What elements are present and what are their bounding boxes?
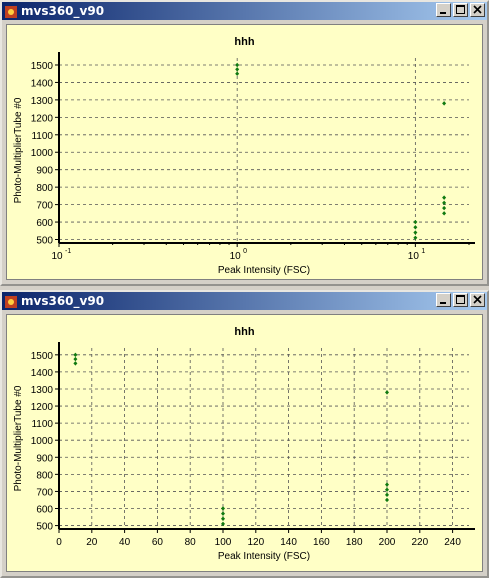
y-tick-label: 500 <box>36 522 53 533</box>
x-axis-label: Peak Intensity (FSC) <box>218 551 310 562</box>
data-point <box>73 352 78 358</box>
x-tick-label: 200 <box>379 537 396 548</box>
data-point <box>413 225 418 230</box>
app-icon[interactable] <box>4 4 18 18</box>
minimize-button[interactable] <box>436 3 451 17</box>
y-axis-label: Photo-MultiplierTube #0 <box>13 385 24 491</box>
close-button[interactable] <box>470 293 485 307</box>
x-tick-label: 10 <box>408 251 420 262</box>
data-point <box>235 67 240 72</box>
y-tick-label: 1500 <box>31 61 54 72</box>
x-tick-label: 140 <box>280 537 297 548</box>
data-point <box>385 390 389 395</box>
data-point <box>442 205 447 211</box>
data-point <box>221 511 225 516</box>
data-point <box>235 62 240 68</box>
scatter-plot: 5006007008009001000110012001300140015001… <box>13 52 475 276</box>
data-point <box>73 356 78 362</box>
y-tick-label: 1500 <box>31 351 54 362</box>
y-tick-label: 800 <box>36 470 53 481</box>
x-tick-label: 0 <box>56 537 62 548</box>
x-tick-label: 10 <box>230 251 242 262</box>
x-tick-label: 60 <box>152 537 164 548</box>
x-tick-label: 20 <box>86 537 98 548</box>
app-icon[interactable] <box>4 294 18 308</box>
data-point <box>442 211 447 216</box>
x-tick-exponent: 0 <box>243 248 247 255</box>
x-tick-label: 220 <box>411 537 428 548</box>
y-tick-label: 1200 <box>31 402 54 413</box>
x-tick-label: 80 <box>185 537 197 548</box>
x-tick-exponent: 1 <box>421 248 425 255</box>
data-point <box>221 516 225 521</box>
x-tick-label: 100 <box>215 537 232 548</box>
y-tick-label: 1400 <box>31 368 54 379</box>
y-tick-label: 700 <box>36 201 53 212</box>
minimize-button[interactable] <box>436 293 451 307</box>
y-tick-label: 1000 <box>31 148 54 159</box>
data-point <box>385 497 389 503</box>
y-tick-label: 600 <box>36 505 53 516</box>
y-tick-label: 900 <box>36 453 53 464</box>
y-tick-label: 1300 <box>31 96 54 107</box>
data-point <box>385 482 389 487</box>
maximize-button[interactable] <box>453 3 468 17</box>
data-point <box>221 506 225 511</box>
y-tick-label: 1200 <box>31 113 54 124</box>
y-tick-label: 500 <box>36 236 53 247</box>
close-button[interactable] <box>470 3 485 17</box>
data-point <box>413 230 418 235</box>
x-tick-label: 240 <box>444 537 461 548</box>
data-point <box>442 195 447 200</box>
maximize-button[interactable] <box>453 293 468 307</box>
y-tick-label: 1000 <box>31 436 54 447</box>
title-bar[interactable]: mvs360_v90 <box>2 2 487 20</box>
x-tick-label: 120 <box>247 537 264 548</box>
x-tick-label: 180 <box>346 537 363 548</box>
data-point <box>385 492 389 498</box>
y-tick-label: 1300 <box>31 385 54 396</box>
title-bar[interactable]: mvs360_v90 <box>2 292 487 310</box>
y-tick-label: 1400 <box>31 78 54 89</box>
x-tick-label: 10 <box>51 251 63 262</box>
y-tick-label: 700 <box>36 487 53 498</box>
y-tick-label: 1100 <box>31 419 53 430</box>
x-tick-exponent: -1 <box>65 248 71 255</box>
plot-window-top[interactable]: mvs360_v90 hhh 500 600 700 800 900 1000 1100 12… <box>0 0 489 286</box>
window-title: mvs360_v90 <box>21 294 105 308</box>
y-tick-label: 1100 <box>31 131 53 142</box>
data-point <box>442 101 447 106</box>
y-tick-label: 600 <box>36 218 53 229</box>
y-tick-label: 800 <box>36 183 53 194</box>
y-tick-label: 900 <box>36 166 53 177</box>
plot-area[interactable]: hhh 500 600 700 800 900 1000 1100 1200 1300 1400 1… <box>6 24 483 280</box>
x-tick-label: 160 <box>313 537 330 548</box>
y-axis-label: Photo-MultiplierTube #0 <box>13 97 24 203</box>
data-point <box>73 361 78 366</box>
x-tick-label: 40 <box>119 537 131 548</box>
data-point <box>235 71 240 76</box>
window-title: mvs360_v90 <box>21 4 105 18</box>
data-point <box>413 219 418 225</box>
scatter-plot: 500 600 700 800 900 1000 1100 1200 1300 1400 1500 0… <box>13 342 475 562</box>
plot-window-bottom[interactable]: mvs360_v90 hhh 500 600 700 800 900 1000 1100 12… <box>0 290 489 578</box>
x-axis-label: Peak Intensity (FSC) <box>218 265 310 276</box>
plot-area[interactable]: hhh 500 600 700 800 900 1000 1100 1200 1300 1400 1… <box>6 314 483 572</box>
